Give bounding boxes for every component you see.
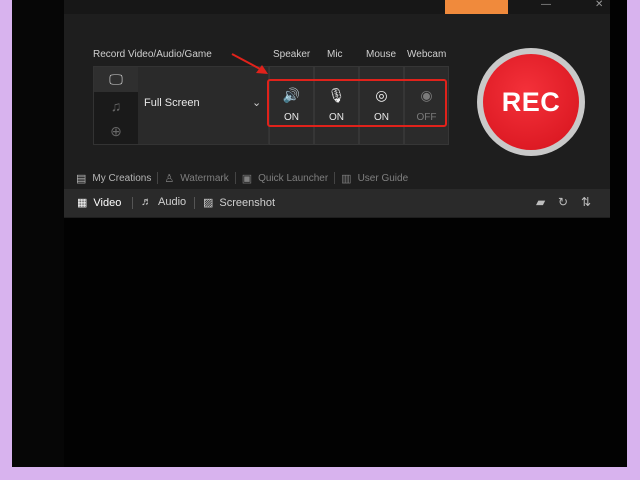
quick-launcher-label: Quick Launcher (258, 172, 329, 184)
tab-audio-label: Audio (158, 196, 187, 208)
watermark-link[interactable]: ♙ Watermark (164, 172, 228, 185)
music-note-icon[interactable]: ♫ (94, 93, 138, 118)
title-bar (64, 0, 610, 14)
rec-button[interactable]: REC (483, 54, 579, 150)
tab-video[interactable]: ▦ Video (77, 196, 122, 210)
left-panel (12, 0, 64, 467)
folder-icon[interactable]: ▰ (536, 195, 545, 209)
quick-links-row: ▤ My Creations ♙ Watermark ▣ Quick Launc… (76, 170, 408, 186)
refresh-icon[interactable]: ↻ (558, 195, 568, 209)
quick-launcher-link[interactable]: ▣ Quick Launcher (242, 172, 328, 185)
annotation-highlight-box (267, 79, 447, 127)
user-guide-label: User Guide (357, 172, 409, 184)
guide-icon: ▥ (341, 172, 352, 185)
minimize-button[interactable]: — (541, 0, 551, 10)
launcher-icon: ▣ (241, 172, 253, 185)
divider (334, 172, 336, 184)
mic-label: Mic (327, 49, 343, 60)
user-guide-link[interactable]: ▥ User Guide (341, 172, 408, 185)
tab-screenshot-label: Screenshot (219, 196, 276, 209)
watermark-label: Watermark (180, 172, 229, 184)
tab-video-label: Video (93, 196, 122, 209)
record-mode-label: Record Video/Audio/Game (93, 49, 212, 60)
accent-tab[interactable] (445, 0, 508, 14)
divider (132, 197, 133, 209)
image-icon: ▨ (203, 197, 214, 209)
rec-button-ring: REC (477, 48, 585, 156)
creations-icon: ▤ (76, 172, 87, 185)
speaker-label: Speaker (273, 49, 311, 60)
sort-icon[interactable]: ⇅ (581, 195, 591, 209)
my-creations-link[interactable]: ▤ My Creations (76, 172, 151, 185)
divider (157, 172, 159, 184)
my-creations-label: My Creations (92, 172, 152, 184)
film-icon: ▦ (77, 197, 88, 209)
audio-icon: ♬ (141, 196, 152, 208)
webcam-label: Webcam (407, 49, 447, 60)
library-tab-bar: ▦ Video ♬ Audio ▨ Screenshot ▰ ↻ ⇅ (64, 189, 610, 217)
divider (234, 172, 236, 184)
monitor-icon[interactable]: 🖵 (94, 67, 138, 92)
gamepad-icon[interactable]: ⊕ (94, 119, 138, 144)
mouse-label: Mouse (366, 49, 397, 60)
chevron-down-icon[interactable]: ⌄ (252, 96, 261, 109)
annotation-arrow-icon (231, 53, 268, 74)
tab-screenshot[interactable]: ▨ Screenshot (203, 196, 276, 210)
close-button[interactable]: ✕ (595, 0, 603, 10)
watermark-icon: ♙ (164, 172, 175, 185)
mode-icon-column: 🖵 ♫ ⊕ (94, 67, 138, 144)
tab-audio[interactable]: ♬ Audio (141, 196, 186, 208)
divider (194, 197, 195, 209)
capture-area-select[interactable]: Full Screen (144, 97, 200, 109)
